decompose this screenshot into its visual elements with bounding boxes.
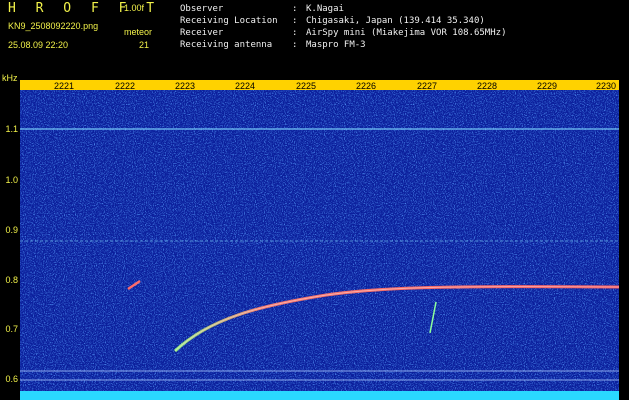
x-tick-label: 2222 [115,81,136,91]
y-tick-label: 0.9 [5,225,18,235]
info-row-observer: Observer: K.Nagai [180,4,344,14]
info-key: Receiver [180,28,224,38]
x-tick-label: 2224 [235,81,256,91]
meteor-count: 21 [139,40,150,50]
file-name: KN9_2508092220.png [8,21,99,31]
x-tick-label: 2229 [537,81,558,91]
info-row-antenna: Receiving antenna: Maspro FM-3 [180,40,366,50]
info-key: Observer [180,4,224,14]
meteor-label: meteor [124,27,153,37]
info-value: Chigasaki, Japan (139.414 35.340) [306,16,485,26]
timestamp: 25.08.09 22:20 [8,40,69,50]
x-tick-label: 2225 [296,81,317,91]
info-value: K.Nagai [306,4,344,14]
x-tick-label: 2228 [477,81,498,91]
info-value: AirSpy mini (Miakejima VOR 108.65MHz) [306,28,507,38]
x-tick-label: 2221 [54,81,75,91]
y-tick-label: 0.8 [5,275,18,285]
version-label: 1.00f [124,3,145,13]
info-key: Receiving Location [180,16,278,26]
x-tick-label: 2223 [175,81,196,91]
y-tick-label: 0.6 [5,374,18,384]
header-panel: H R O F F T 1.00f KN9_2508092220.png met… [0,0,629,72]
info-row-receiver: Receiver: AirSpy mini (Miakejima VOR 108.… [180,28,507,38]
time-scale-bar [20,80,619,90]
x-tick-label: 2227 [417,81,438,91]
bottom-strip [20,391,619,400]
y-tick-label: 0.7 [5,324,18,334]
spectrogram-canvas [20,80,619,400]
info-key: Receiving antenna [180,40,273,50]
y-tick-label: 1.1 [5,124,18,134]
x-tick-label: 2226 [356,81,377,91]
info-block: Observer: K.Nagai Receiving Location: Chig… [180,3,506,51]
y-tick-label: 1.0 [5,175,18,185]
info-row-location: Receiving Location: Chigasaki, Japan (139… [180,16,485,26]
info-value: Maspro FM-3 [306,40,366,50]
spectrogram [20,80,619,400]
x-tick-label: 2230 [596,81,617,91]
y-axis-unit: kHz [2,73,18,83]
noise-texture [20,80,619,400]
